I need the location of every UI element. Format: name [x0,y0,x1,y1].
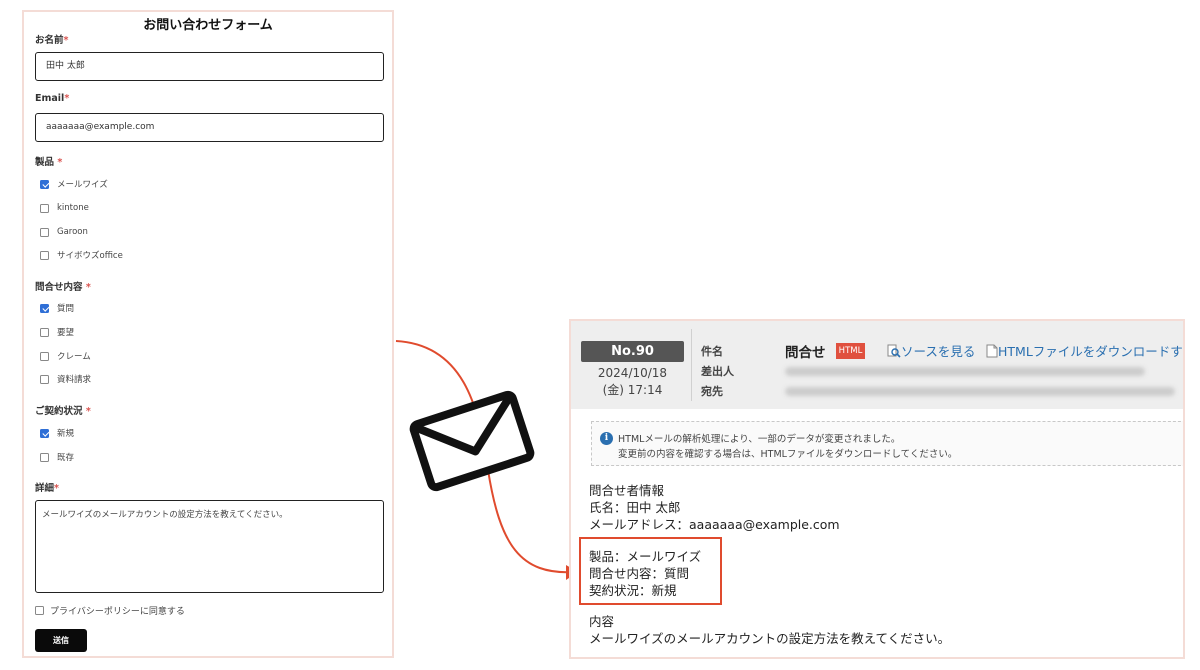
submit-button[interactable]: 送信 [35,629,87,652]
blurred-recipient [785,387,1175,396]
checkbox[interactable] [35,606,44,615]
inquiry-option-question[interactable]: 質問 [40,302,74,314]
html-notice-box: i HTMLメールの解析処理により、一部のデータが変更されました。 変更前の内容… [591,421,1183,466]
detail-textarea[interactable]: メールワイズのメールアカウントの設定方法を教えてください。 [35,500,384,593]
inquiry-label: 問合せ内容 * [35,282,91,293]
header-divider [691,329,692,401]
contract-label: ご契約状況 * [35,406,91,417]
to-label: 宛先 [701,385,723,398]
checkbox-checked[interactable] [40,428,49,438]
mail-subject: 問合せ [785,345,826,361]
detail-label: 詳細* [35,483,59,494]
product-label: 製品 * [35,157,63,168]
blurred-sender [785,367,1145,376]
product-option-kintone[interactable]: kintone [40,202,89,214]
email-input[interactable]: aaaaaaa@example.com [35,113,384,142]
form-title: お問い合わせフォーム [143,18,273,33]
arrow-connector [395,340,575,574]
inquiry-option-claim[interactable]: クレーム [40,350,91,362]
checkbox-checked[interactable] [40,303,49,313]
view-source-link[interactable]: ソースを見る [887,341,975,360]
checkbox[interactable] [40,327,49,337]
name-input[interactable]: 田中 太郎 [35,52,384,81]
inquiry-option-request[interactable]: 要望 [40,326,74,338]
mail-viewer-panel: No.90 2024/10/18 (金) 17:14 件名 差出人 宛先 問合せ… [569,319,1185,659]
contact-form-panel: お問い合わせフォーム お名前* 田中 太郎 Email* aaaaaaa@exa… [22,10,394,658]
notice-line-2: 変更前の内容を確認する場合は、HTMLファイルをダウンロードしてください。 [618,449,958,460]
product-option-office[interactable]: サイボウズoffice [40,249,123,261]
html-badge: HTML [836,343,865,359]
file-icon [986,344,998,357]
magnifier-icon [887,344,901,358]
checkbox-checked[interactable] [40,179,49,189]
body-email-line: メールアドレス：aaaaaaa@example.com [589,517,840,532]
subject-label: 件名 [701,345,723,358]
body-content-text: メールワイズのメールアカウントの設定方法を教えてください。 [589,631,951,646]
mail-time: (金) 17:14 [602,383,663,397]
envelope-icon [409,390,535,492]
checkbox[interactable] [40,227,49,237]
from-label: 差出人 [701,365,734,378]
contract-option-new[interactable]: 新規 [40,427,74,439]
download-html-link[interactable]: HTMLファイルをダウンロードす [986,341,1183,360]
notice-line-1: HTMLメールの解析処理により、一部のデータが変更されました。 [618,434,901,445]
body-contract-line: 契約状況：新規 [589,583,677,598]
contract-option-existing[interactable]: 既存 [40,451,74,463]
checkbox[interactable] [40,351,49,361]
name-label: お名前* [35,35,69,46]
mail-number-badge: No.90 [581,341,684,362]
product-option-garoon[interactable]: Garoon [40,226,88,238]
mail-header: No.90 2024/10/18 (金) 17:14 件名 差出人 宛先 問合せ… [571,321,1183,409]
email-label: Email* [35,93,70,104]
checkbox[interactable] [40,250,49,260]
privacy-agree-option[interactable]: プライバシーポリシーに同意する [35,604,185,617]
info-icon: i [600,432,613,445]
checkbox[interactable] [40,203,49,213]
checkbox[interactable] [40,452,49,462]
checkbox[interactable] [40,374,49,384]
inquiry-option-materials[interactable]: 資料請求 [40,373,91,385]
mail-date: 2024/10/18 [597,366,668,380]
product-option-mailwise[interactable]: メールワイズ [40,178,108,190]
